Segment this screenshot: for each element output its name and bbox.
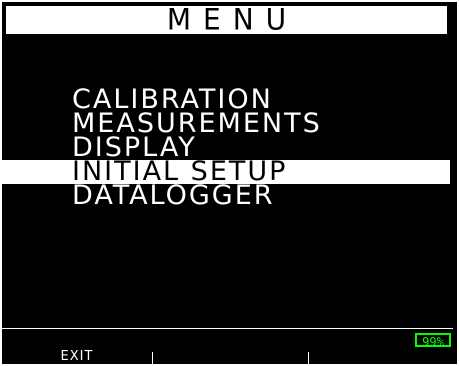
softkey-exit[interactable]: EXIT: [2, 350, 152, 364]
menu-item-datalogger[interactable]: DATALOGGER: [2, 182, 453, 209]
display-panel: MENU CALIBRATION MEASUREMENTS DISPLAY IN…: [2, 2, 457, 364]
softkey-separator: [152, 352, 153, 364]
battery-indicator: 99%: [415, 333, 451, 349]
softkey-3[interactable]: [308, 350, 453, 364]
page-title: MENU: [166, 2, 299, 37]
device-screen: MENU CALIBRATION MEASUREMENTS DISPLAY IN…: [0, 0, 459, 366]
softkey-2[interactable]: [152, 350, 308, 364]
title-bar: MENU: [6, 2, 447, 37]
softkey-separator: [308, 352, 309, 364]
menu-item-measurements[interactable]: MEASUREMENTS: [2, 110, 453, 137]
divider: [2, 328, 453, 329]
menu-list: CALIBRATION MEASUREMENTS DISPLAY INITIAL…: [2, 86, 453, 209]
softkey-bar: EXIT: [2, 350, 453, 364]
